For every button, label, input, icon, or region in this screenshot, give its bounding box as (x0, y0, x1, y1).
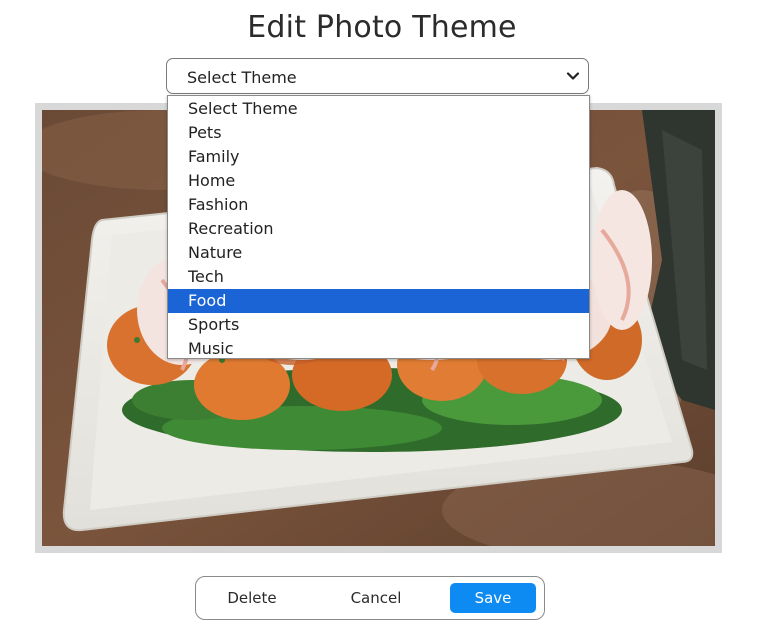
theme-option-music[interactable]: Music (168, 337, 589, 361)
save-button[interactable]: Save (450, 583, 536, 613)
theme-option-recreation[interactable]: Recreation (168, 217, 589, 241)
theme-select[interactable]: Select Theme (166, 58, 589, 94)
theme-option-fashion[interactable]: Fashion (168, 193, 589, 217)
cancel-button[interactable]: Cancel (328, 583, 424, 613)
action-bar: Delete Cancel Save (195, 576, 545, 620)
theme-option-tech[interactable]: Tech (168, 265, 589, 289)
theme-option-sports[interactable]: Sports (168, 313, 589, 337)
theme-dropdown-list: Select Theme Pets Family Home Fashion Recreat… (167, 95, 590, 359)
theme-option-food[interactable]: Food (168, 289, 589, 313)
page-title: Edit Photo Theme (247, 10, 517, 45)
theme-select-value: Select Theme (187, 68, 297, 87)
edit-photo-theme-page: Edit Photo Theme Select Theme Select The… (0, 0, 764, 634)
chevron-down-icon (566, 72, 580, 80)
delete-button[interactable]: Delete (208, 583, 296, 613)
theme-option-home[interactable]: Home (168, 169, 589, 193)
theme-option-pets[interactable]: Pets (168, 121, 589, 145)
theme-option-family[interactable]: Family (168, 145, 589, 169)
theme-option-select-theme[interactable]: Select Theme (168, 97, 589, 121)
theme-option-nature[interactable]: Nature (168, 241, 589, 265)
